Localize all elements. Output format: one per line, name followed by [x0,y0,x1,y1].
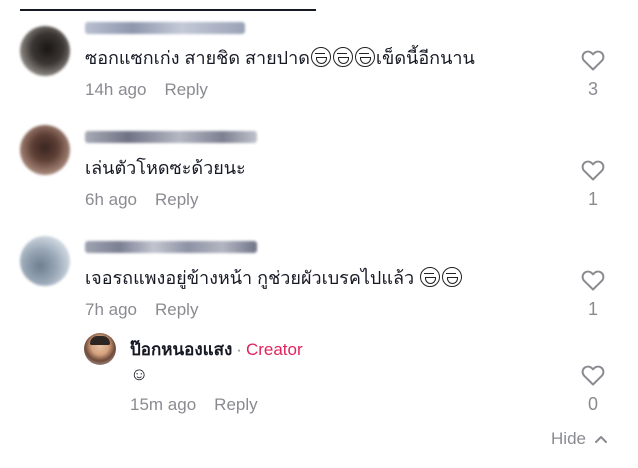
timestamp: 7h ago [85,300,137,319]
timestamp: 15m ago [130,395,197,414]
timestamp: 6h ago [85,190,137,209]
reply-meta: 15m ago Reply [130,395,258,415]
comment-text: ซอกแซกเก่ง สายชิด สายปาด เข็ดนี้อีกนาน [85,46,475,70]
comment-body: ซอกแซกเก่ง สายชิด สายปาด [85,48,310,68]
creator-name[interactable]: ป๊อกหนองแสง · Creator [130,336,303,363]
reply-button[interactable]: Reply [155,190,198,209]
laughing-face-icon [354,47,375,67]
creator-username[interactable]: ป๊อกหนองแสง [130,340,232,359]
username-blurred[interactable] [85,131,257,143]
laughing-face-icon [442,267,463,287]
laughing-face-icon [332,47,353,67]
like-count: 0 [587,394,598,414]
like-count: 1 [587,189,598,209]
heart-outline-icon [581,270,605,291]
like-button[interactable]: 3 [578,49,608,100]
reply-button[interactable]: Reply [164,80,207,99]
comment-body: เจอรถแพงอยู่ข้างหน้า กูช่วยผัวเบรคไปแล้ว [85,268,415,288]
laughing-face-icon [420,267,441,287]
like-count: 1 [587,299,598,319]
like-count: 3 [587,79,598,99]
reply-button[interactable]: Reply [155,300,198,319]
avatar[interactable] [20,236,70,286]
heart-outline-icon [581,50,605,71]
chevron-up-icon [595,436,607,443]
comment-body: เล่นตัวโหดซะด้วยนะ [85,158,246,178]
comment-meta: 14h ago Reply [85,80,208,100]
like-button[interactable]: 1 [578,269,608,320]
creator-badge: Creator [245,340,303,359]
laughing-face-icon [310,47,331,67]
avatar[interactable] [20,125,70,175]
hide-replies-button[interactable]: Hide [551,429,608,449]
comment-text: เล่นตัวโหดซะด้วยนะ [85,156,246,180]
comment-meta: 6h ago Reply [85,190,198,210]
username-blurred[interactable] [85,22,245,34]
avatar[interactable] [20,26,70,76]
heart-outline-icon [581,160,605,181]
comment-meta: 7h ago Reply [85,300,198,320]
comment-body-suffix: เข็ดนี้อีกนาน [375,48,475,68]
like-button[interactable]: 0 [578,364,608,415]
timestamp: 14h ago [85,80,147,99]
username-blurred[interactable] [85,241,257,253]
reply-text: ☺ [130,364,149,384]
like-button[interactable]: 1 [578,159,608,210]
top-divider [20,9,316,11]
heart-outline-icon [581,365,605,386]
comment-text: เจอรถแพงอยู่ข้างหน้า กูช่วยผัวเบรคไปแล้ว [85,266,463,290]
reply-button[interactable]: Reply [214,395,257,414]
creator-avatar[interactable] [84,333,116,365]
hide-label: Hide [551,429,586,448]
separator: · [236,340,242,359]
